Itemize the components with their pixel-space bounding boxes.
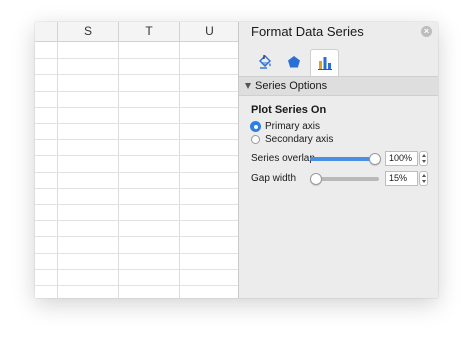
spreadsheet-grid[interactable]: S T U	[35, 22, 238, 298]
tab-series-options[interactable]	[310, 49, 339, 76]
grid-line	[35, 139, 238, 140]
pane-tabs	[239, 49, 438, 76]
primary-axis-option[interactable]: Primary axis	[250, 120, 320, 133]
primary-axis-radio[interactable]	[250, 121, 261, 132]
corner-cell[interactable]	[35, 22, 57, 41]
series-overlap-input[interactable]: 100%	[385, 151, 418, 166]
column-header-u[interactable]: U	[179, 22, 239, 41]
column-header-s[interactable]: S	[57, 22, 118, 41]
series-overlap-stepper[interactable]	[419, 151, 428, 166]
gap-width-stepper[interactable]	[419, 171, 428, 186]
grid-line	[35, 220, 238, 221]
secondary-axis-label: Secondary axis	[265, 134, 334, 145]
column-header-t[interactable]: T	[118, 22, 179, 41]
close-icon[interactable]: ×	[421, 26, 432, 37]
grid-line	[57, 42, 58, 298]
column-header-bar: S T U	[35, 22, 238, 42]
cell-grid[interactable]	[35, 42, 238, 298]
stepper-up-icon[interactable]	[422, 154, 426, 157]
stepper-up-icon[interactable]	[422, 174, 426, 177]
series-overlap-label: Series overlap	[251, 153, 315, 164]
gap-width-slider[interactable]	[310, 173, 379, 185]
series-overlap-slider[interactable]	[310, 153, 381, 165]
secondary-axis-option[interactable]: Secondary axis	[250, 133, 333, 146]
series-options-section-header[interactable]: Series Options	[239, 77, 438, 96]
grid-line	[35, 204, 238, 205]
grid-line	[35, 236, 238, 237]
format-data-series-pane: Format Data Series × Series Options Plot…	[239, 22, 438, 298]
grid-line	[35, 74, 238, 75]
grid-line	[35, 58, 238, 59]
row-header-strip[interactable]	[35, 42, 57, 298]
stepper-down-icon[interactable]	[422, 160, 426, 163]
grid-line	[35, 285, 238, 286]
grid-line	[179, 42, 180, 298]
disclosure-triangle-icon[interactable]	[245, 83, 251, 89]
gap-width-label: Gap width	[251, 173, 297, 184]
slider-fill	[310, 157, 374, 161]
grid-line	[35, 91, 238, 92]
secondary-axis-radio[interactable]	[251, 135, 260, 144]
grid-line	[118, 42, 119, 298]
paint-bucket-icon	[258, 55, 271, 69]
excel-window: S T U Format Data Series × Series Option…	[35, 22, 438, 298]
stepper-down-icon[interactable]	[422, 180, 426, 183]
pentagon-icon	[287, 56, 300, 68]
screenshot-stage: S T U Format Data Series × Series Option…	[0, 0, 474, 348]
grid-line	[35, 123, 238, 124]
bar-chart-icon	[317, 57, 332, 70]
slider-thumb[interactable]	[310, 173, 322, 185]
gap-width-input[interactable]: 15%	[385, 171, 418, 186]
tab-fill-line[interactable]	[251, 49, 278, 75]
pane-title: Format Data Series	[251, 24, 364, 39]
section-label: Series Options	[255, 80, 328, 92]
grid-line	[35, 107, 238, 108]
plot-series-on-heading: Plot Series On	[251, 104, 327, 116]
primary-axis-label: Primary axis	[265, 121, 321, 132]
grid-line	[35, 155, 238, 156]
grid-line	[35, 269, 238, 270]
grid-line	[35, 253, 238, 254]
slider-thumb[interactable]	[369, 153, 381, 165]
tab-effects[interactable]	[280, 49, 307, 75]
grid-line	[35, 172, 238, 173]
grid-line	[35, 188, 238, 189]
